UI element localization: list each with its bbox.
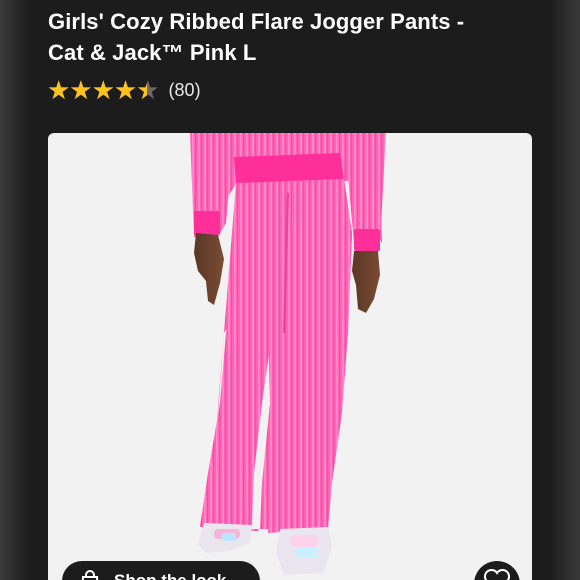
product-title: Girls' Cozy Ribbed Flare Jogger Pants - … [48, 6, 528, 68]
product-image[interactable] [48, 133, 532, 580]
star-rating: ★★★★★ ★★★★★ [47, 77, 160, 103]
rating-row[interactable]: ★★★★★ ★★★★★ (80) [47, 77, 201, 103]
shop-the-look-label: Shop the look [114, 571, 226, 580]
shopping-bag-icon [81, 570, 99, 580]
product-photo [190, 133, 386, 575]
review-count[interactable]: (80) [169, 80, 201, 101]
shop-the-look-button[interactable]: Shop the look [62, 561, 260, 580]
product-title-line-1: Girls' Cozy Ribbed Flare Jogger Pants - [48, 9, 465, 34]
phone-frame: Girls' Cozy Ribbed Flare Jogger Pants - … [0, 0, 580, 580]
star-rating-filled: ★★★★★ [47, 77, 147, 103]
product-title-line-2: Cat & Jack™ Pink L [48, 40, 257, 65]
heart-icon [483, 569, 511, 580]
